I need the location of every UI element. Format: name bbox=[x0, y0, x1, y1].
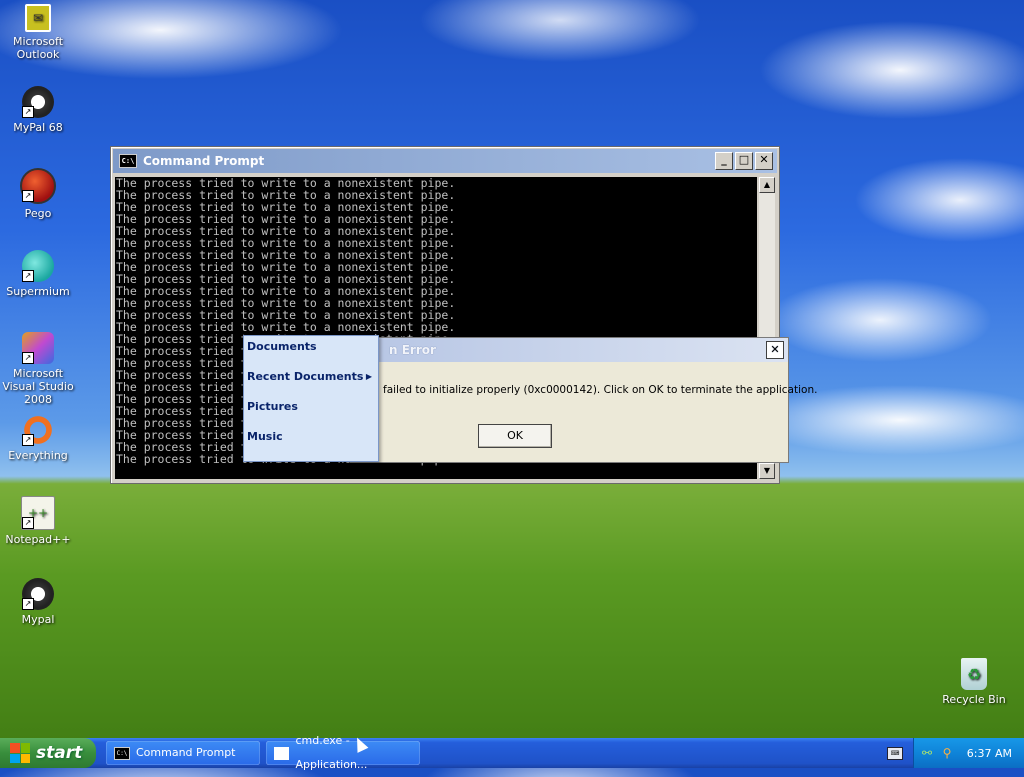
start-label: start bbox=[36, 743, 83, 763]
desktop-icon-label: Pego bbox=[24, 207, 52, 220]
error-message: failed to initialize properly (0xc000014… bbox=[383, 384, 818, 396]
menu-item-recent-documents[interactable]: Recent Documents ▶ bbox=[244, 366, 378, 396]
menu-item-pictures[interactable]: Pictures bbox=[244, 396, 378, 426]
shortcut-arrow-icon: ↗ bbox=[22, 352, 34, 364]
start-button[interactable]: start bbox=[0, 738, 96, 768]
desktop-icon-notepadpp[interactable]: ++ ↗ Notepad++ bbox=[0, 496, 76, 546]
menu-item-label: Music bbox=[247, 430, 283, 443]
menu-item-documents[interactable]: Documents bbox=[244, 336, 378, 366]
desktop-icon-everything[interactable]: ↗ Everything bbox=[0, 414, 76, 462]
keyboard-icon[interactable]: ⌨ bbox=[887, 747, 903, 760]
taskbar: start C:\ Command Prompt cmd.exe - Appli… bbox=[0, 734, 1024, 771]
desktop-icon-label: Mypal bbox=[21, 613, 55, 626]
shortcut-arrow-icon: ↗ bbox=[22, 598, 34, 610]
minimize-button[interactable]: _ bbox=[715, 152, 733, 170]
search-icon[interactable]: ⚲ bbox=[940, 746, 954, 760]
scroll-up-arrow-icon[interactable]: ▲ bbox=[759, 177, 775, 193]
menu-item-label: Recent Documents bbox=[247, 370, 364, 383]
shortcut-arrow-icon: ↗ bbox=[22, 190, 34, 202]
desktop-icon-label: Recycle Bin bbox=[942, 693, 1006, 706]
ok-button[interactable]: OK bbox=[478, 424, 552, 448]
shortcut-arrow-icon: ↗ bbox=[22, 434, 34, 446]
error-dialog-close-button[interactable]: ✕ bbox=[766, 341, 784, 359]
network-icon[interactable]: ⚯ bbox=[920, 746, 934, 760]
scroll-down-arrow-icon[interactable]: ▼ bbox=[759, 463, 775, 479]
menu-item-music[interactable]: Music bbox=[244, 426, 378, 456]
pego-icon: ↗ bbox=[20, 168, 56, 204]
shortcut-arrow-icon: ↗ bbox=[22, 517, 34, 529]
shortcut-arrow-icon: ↗ bbox=[22, 106, 34, 118]
system-tray: ⚯ ⚲ 6:37 AM bbox=[913, 738, 1024, 768]
menu-item-label: Pictures bbox=[247, 400, 298, 413]
error-dialog-title: n Error bbox=[389, 343, 436, 357]
desktop-icon-mypal-68[interactable]: ↗ MyPal 68 bbox=[0, 86, 76, 134]
cmd-taskbar-icon: C:\ bbox=[114, 746, 130, 760]
mypal-icon: ↗ bbox=[22, 578, 54, 610]
desktop-icon-supermium[interactable]: ↗ Supermium bbox=[0, 250, 76, 298]
desktop-icon-label: Microsoft Outlook bbox=[12, 35, 64, 61]
clock[interactable]: 6:37 AM bbox=[967, 747, 1012, 760]
desktop-icon-label: MyPal 68 bbox=[13, 121, 63, 134]
everything-icon: ↗ bbox=[22, 414, 54, 446]
windows-flag-icon bbox=[10, 743, 30, 763]
submenu-arrow-icon: ▶ bbox=[365, 372, 372, 381]
notepadpp-icon: ++ ↗ bbox=[21, 496, 55, 530]
close-button[interactable]: ✕ bbox=[755, 152, 773, 170]
shortcut-arrow-icon: ↗ bbox=[22, 270, 34, 282]
desktop-icon-mypal[interactable]: ↗ Mypal bbox=[0, 578, 76, 626]
menu-item-label: Documents bbox=[247, 340, 317, 353]
desktop-icon-outlook[interactable]: ✉ Microsoft Outlook bbox=[0, 4, 76, 61]
cmd-title-bar[interactable]: C:\ Command Prompt _ □ ✕ bbox=[113, 149, 777, 173]
desktop-icon-visual-studio[interactable]: ↗ Microsoft Visual Studio 2008 bbox=[0, 332, 76, 406]
mypal-icon: ↗ bbox=[22, 86, 54, 118]
maximize-button[interactable]: □ bbox=[735, 152, 753, 170]
supermium-icon: ↗ bbox=[22, 250, 54, 282]
taskbar-item-label: Command Prompt bbox=[136, 746, 236, 759]
desktop-icon-recycle-bin[interactable]: ♻ Recycle Bin bbox=[936, 658, 1012, 706]
recycle-bin-icon: ♻ bbox=[961, 658, 987, 690]
desktop-icon-label: Microsoft Visual Studio 2008 bbox=[2, 367, 74, 406]
window-taskbar-icon bbox=[274, 746, 290, 760]
visual-studio-icon: ↗ bbox=[22, 332, 54, 364]
cmd-window-icon: C:\ bbox=[119, 154, 137, 168]
taskbar-item-command-prompt[interactable]: C:\ Command Prompt bbox=[106, 741, 260, 765]
cmd-window-title: Command Prompt bbox=[143, 154, 265, 168]
outlook-icon: ✉ bbox=[25, 4, 51, 32]
desktop-icon-label: Supermium bbox=[6, 285, 70, 298]
documents-menu[interactable]: Documents Recent Documents ▶ Pictures Mu… bbox=[243, 335, 379, 462]
application-error-dialog[interactable]: n Error ✕ failed to initialize properly … bbox=[350, 337, 817, 463]
error-dialog-title-bar[interactable]: n Error ✕ bbox=[351, 338, 788, 362]
desktop-icon-label: Notepad++ bbox=[5, 533, 71, 546]
taskbar-item-cmd-application-error[interactable]: cmd.exe - Application... bbox=[266, 734, 420, 771]
desktop-icon-pego[interactable]: ↗ Pego bbox=[0, 168, 76, 220]
desktop-icon-label: Everything bbox=[8, 449, 68, 462]
